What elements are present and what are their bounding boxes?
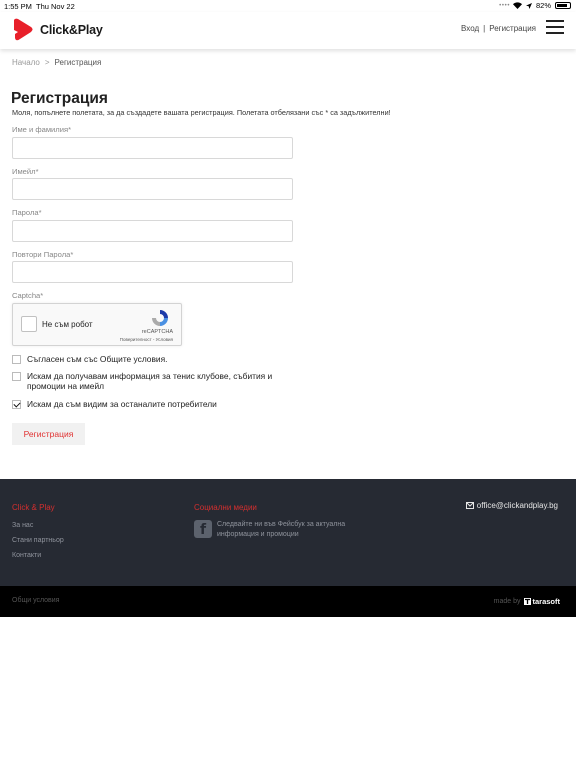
tarasoft-logo[interactable]: tarasoft xyxy=(524,597,560,606)
page-title: Регистрация xyxy=(11,90,108,107)
site-header: Click&Play Вход | Регистрация xyxy=(0,12,576,49)
visibility-checkbox-row[interactable]: Искам да съм видим за останалите потреби… xyxy=(12,399,217,409)
breadcrumb: Начало > Регистрация xyxy=(12,58,101,67)
recaptcha-checkbox[interactable] xyxy=(21,316,37,332)
captcha-label: Captcha* xyxy=(12,291,44,300)
terms-checkbox[interactable] xyxy=(12,355,21,364)
recaptcha-terms[interactable]: Поверителност - Условия xyxy=(120,337,173,342)
site-footer: Click & Play За нас Стани партньор Конта… xyxy=(0,479,576,586)
register-submit-button[interactable]: Регистрация xyxy=(12,423,85,445)
breadcrumb-home[interactable]: Начало xyxy=(12,58,40,67)
footer-brand-title: Click & Play xyxy=(12,503,55,512)
site-logo[interactable]: Click&Play xyxy=(11,17,103,43)
visibility-checkbox-label: Искам да съм видим за останалите потреби… xyxy=(27,399,217,409)
breadcrumb-separator: > xyxy=(44,58,50,67)
status-date: Thu Nov 22 xyxy=(36,2,75,11)
status-indicators: • • • • 82% xyxy=(499,1,571,10)
recaptcha-logo-icon xyxy=(152,310,168,326)
battery-icon xyxy=(555,2,571,9)
made-by: made by tarasoft xyxy=(494,597,560,606)
battery-percent: 82% xyxy=(535,1,551,10)
tarasoft-logo-icon xyxy=(524,598,532,605)
facebook-follow-text[interactable]: Следвайте ни във Фейсбук за актуална инф… xyxy=(217,520,367,540)
terms-checkbox-row[interactable]: Съгласен съм със Общите условия. xyxy=(12,354,167,364)
auth-separator: | xyxy=(483,24,486,33)
tarasoft-brand: tarasoft xyxy=(532,597,560,606)
email-label: Имейл* xyxy=(12,167,39,176)
newsletter-checkbox-row[interactable]: Искам да получавам информация за тенис к… xyxy=(12,371,302,391)
wifi-icon xyxy=(512,2,522,9)
hamburger-icon[interactable] xyxy=(546,20,564,34)
location-arrow-icon xyxy=(525,2,532,9)
signal-dots-icon: • • • • xyxy=(499,2,509,9)
footer-email-link[interactable]: office@clickandplay.bg xyxy=(465,501,558,510)
status-bar: 1:55 PM Thu Nov 22 • • • • 82% xyxy=(0,0,576,12)
visibility-checkbox[interactable] xyxy=(12,400,21,409)
footer-bottom-bar: Общи условия made by tarasoft xyxy=(0,586,576,617)
repeat-password-label: Повтори Парола* xyxy=(12,250,74,259)
recaptcha-label: Не съм робот xyxy=(42,320,93,329)
register-link[interactable]: Регистрация xyxy=(489,24,536,33)
password-input[interactable] xyxy=(12,220,293,242)
recaptcha-brand: reCAPTCHA xyxy=(141,329,173,335)
footer-link-contacts[interactable]: Контакти xyxy=(12,552,41,559)
footer-link-partner[interactable]: Стани партньор xyxy=(12,537,64,544)
recaptcha-widget: Не съм робот reCAPTCHA Поверителност - У… xyxy=(12,303,182,346)
breadcrumb-current: Регистрация xyxy=(54,58,102,67)
newsletter-checkbox-label: Искам да получавам информация за тенис к… xyxy=(27,371,273,391)
form-instructions: Моля, попълнете полетата, за да създадет… xyxy=(12,108,391,117)
footer-terms-link[interactable]: Общи условия xyxy=(12,597,59,604)
footer-email: office@clickandplay.bg xyxy=(476,501,558,510)
logo-icon xyxy=(14,18,33,41)
footer-social-title: Социални медии xyxy=(194,503,257,512)
newsletter-checkbox[interactable] xyxy=(12,372,21,381)
facebook-icon[interactable]: f xyxy=(194,520,212,538)
auth-links: Вход | Регистрация xyxy=(461,24,536,33)
full-name-input[interactable] xyxy=(12,137,293,159)
logo-text: Click&Play xyxy=(40,23,103,37)
envelope-icon xyxy=(465,502,474,509)
password-label: Парола* xyxy=(12,208,42,217)
repeat-password-input[interactable] xyxy=(12,261,293,283)
footer-link-about[interactable]: За нас xyxy=(12,522,33,529)
full-name-label: Име и фамилия* xyxy=(12,125,72,134)
status-time: 1:55 PM xyxy=(4,2,32,11)
login-link[interactable]: Вход xyxy=(461,24,479,33)
made-by-label: made by xyxy=(493,598,521,605)
email-input[interactable] xyxy=(12,178,293,200)
terms-checkbox-label: Съгласен съм със Общите условия. xyxy=(27,354,168,364)
